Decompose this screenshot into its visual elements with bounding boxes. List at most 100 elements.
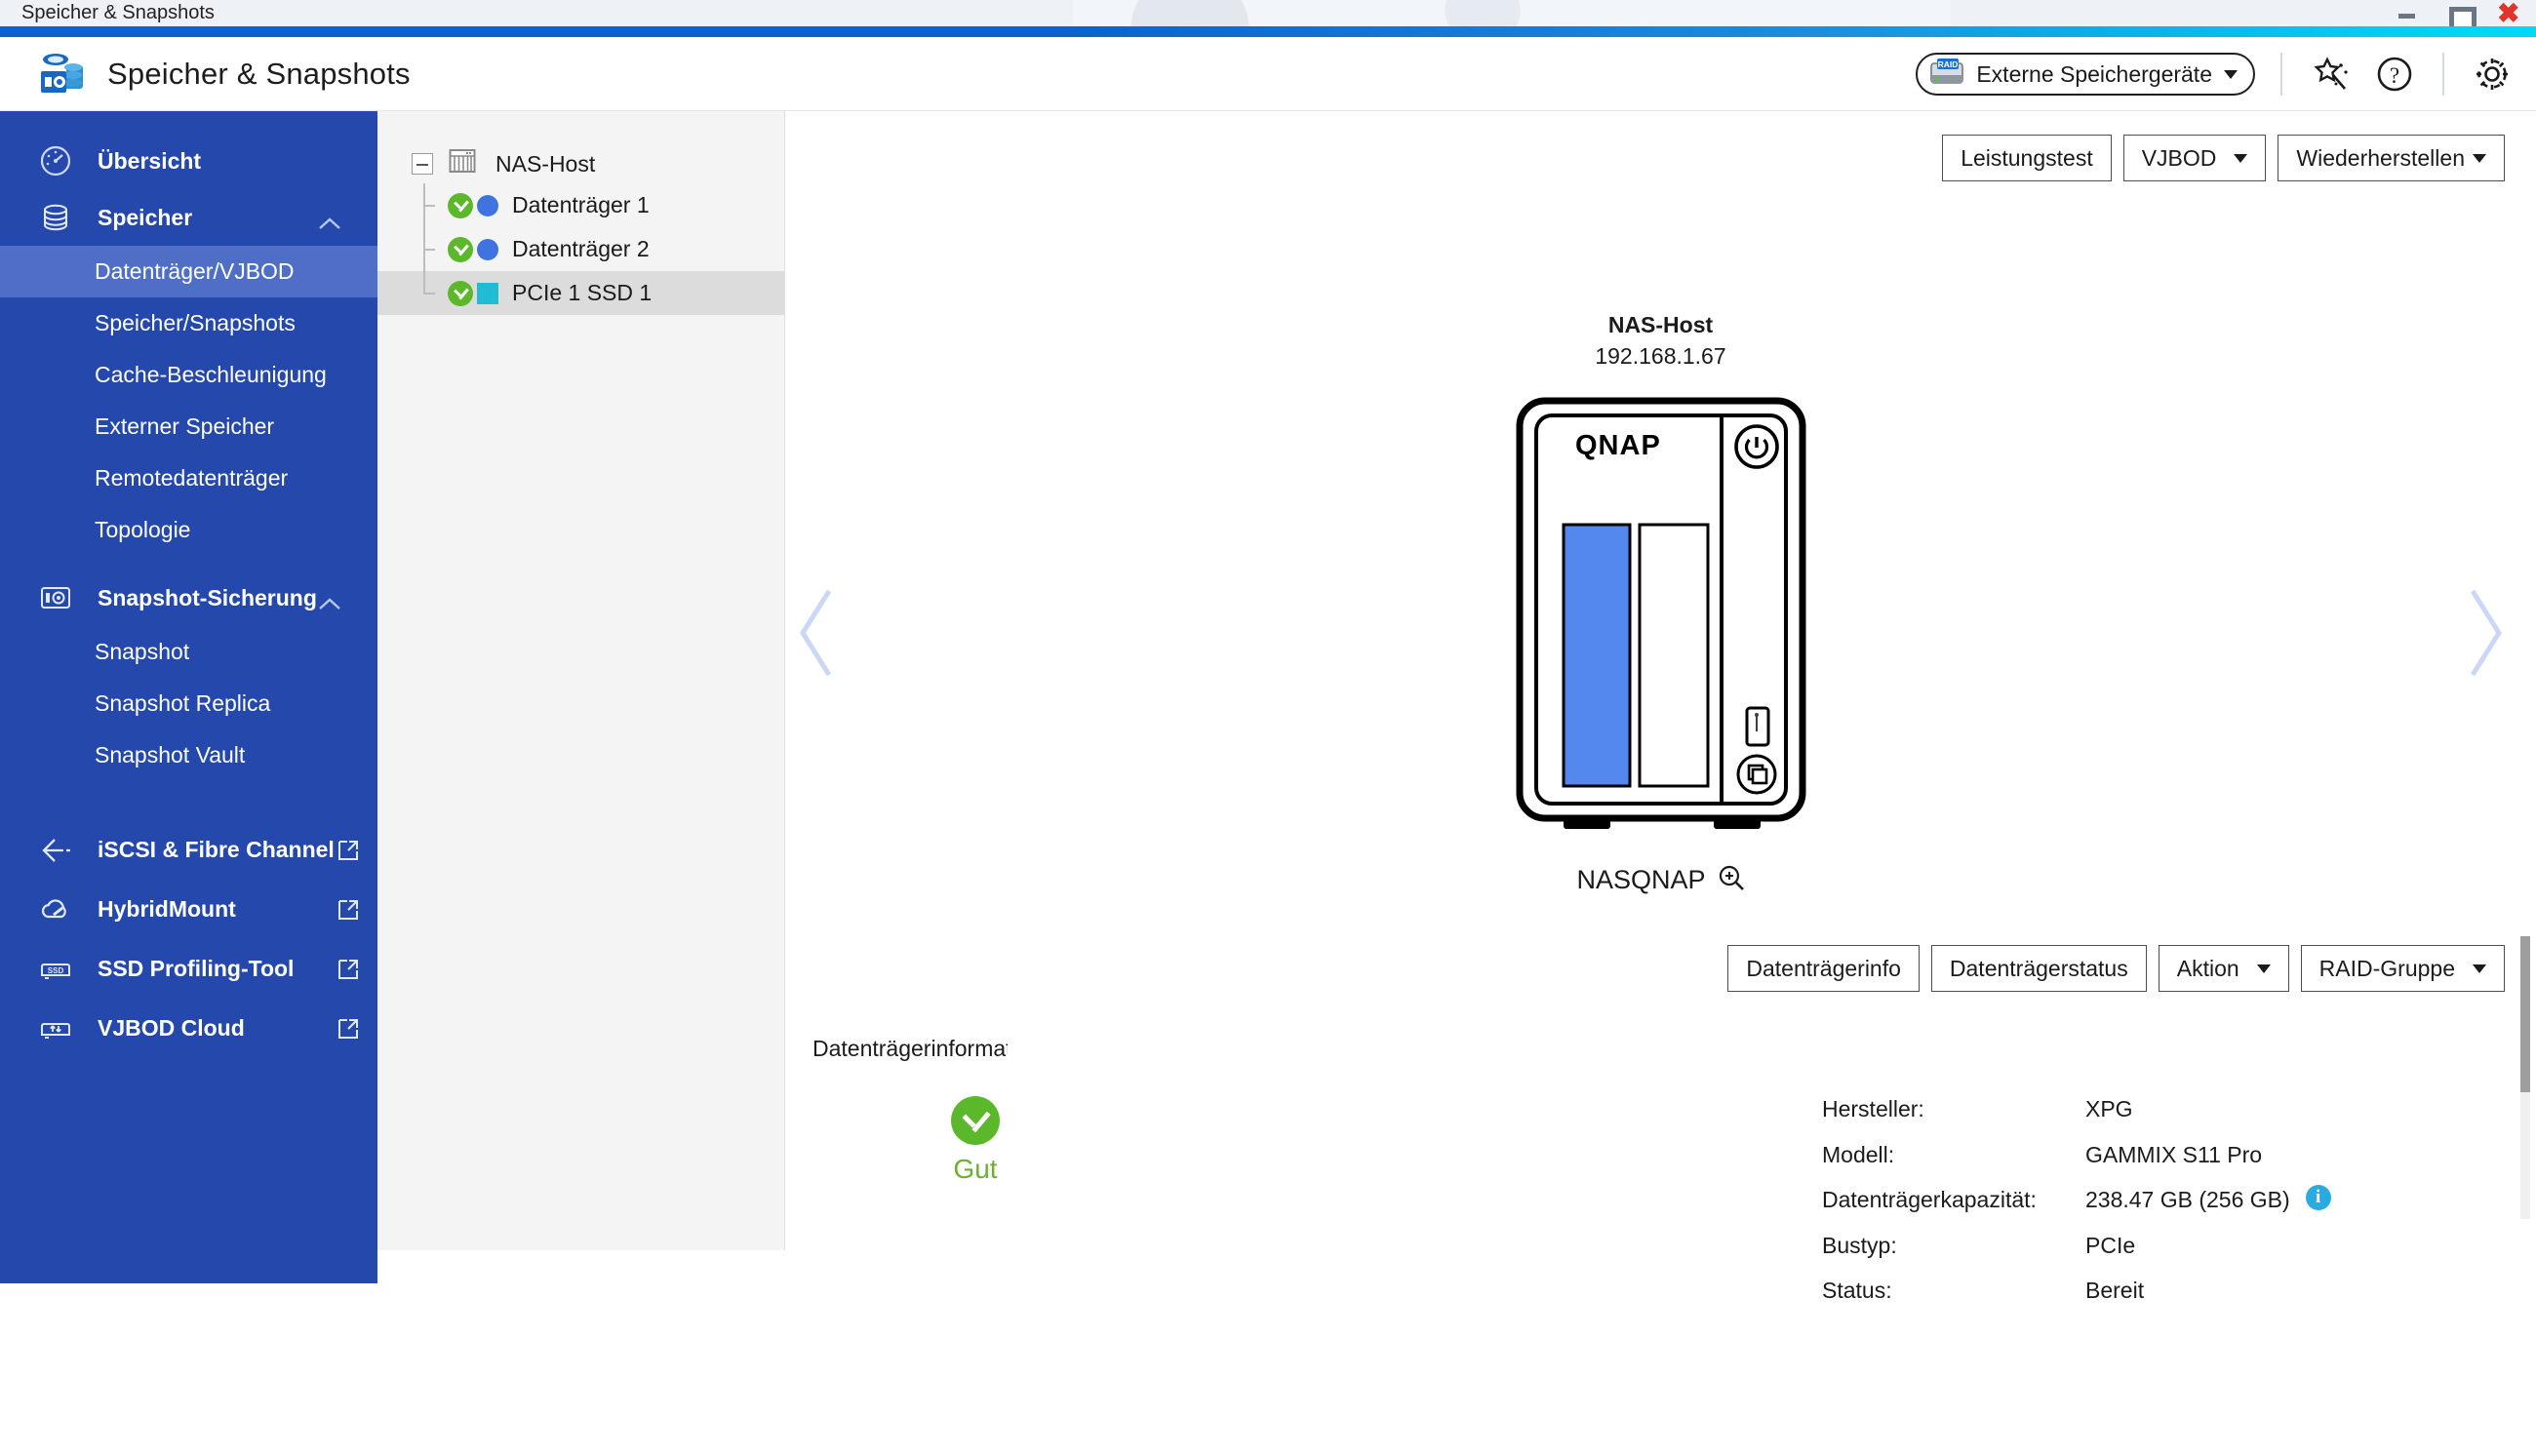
external-link-icon xyxy=(337,1017,360,1041)
sidebar-item-datentraeger-vjbod[interactable]: Datenträger/VJBOD xyxy=(0,246,377,297)
gear-settings-icon[interactable] xyxy=(2470,52,2515,97)
tree-item-label: Datenträger 2 xyxy=(512,236,650,261)
nas-device-illustration[interactable]: QNAP xyxy=(1515,396,1807,845)
field-value: Bereit xyxy=(2085,1278,2145,1304)
nas-model-label: NASQNAP xyxy=(1576,865,1706,894)
external-storage-label: Externe Speichergeräte xyxy=(1976,60,2212,87)
ssd-drive-icon: SSD xyxy=(39,953,72,986)
sidebar: Übersicht Speicher Datenträger/VJBOD Spe… xyxy=(0,111,377,1283)
disk-type-marker xyxy=(477,282,498,304)
aktion-dropdown-button[interactable]: Aktion xyxy=(2158,945,2289,992)
button-label: Aktion xyxy=(2176,955,2239,981)
tree-item-pcie-1-ssd-1[interactable]: PCIe 1 SSD 1 xyxy=(377,271,784,315)
main-toolbar: Leistungstest VJBOD Wiederherstellen xyxy=(1942,135,2505,181)
chevron-down-icon xyxy=(2473,964,2486,973)
raid-gruppe-dropdown-button[interactable]: RAID-Gruppe xyxy=(2300,945,2505,992)
sidebar-item-vjbod-cloud[interactable]: VJBOD Cloud xyxy=(0,999,377,1058)
chevron-up-icon xyxy=(319,589,340,610)
window-title: Speicher & Snapshots xyxy=(21,2,215,23)
collapse-minus-icon[interactable] xyxy=(412,153,433,175)
window-titlebar: Speicher & Snapshots ✖ xyxy=(0,0,2536,33)
sidebar-item-snapshot-sicherung[interactable]: Snapshot-Sicherung xyxy=(0,570,377,626)
tree-item-datentraeger-1[interactable]: Datenträger 1 xyxy=(377,183,784,227)
check-ok-icon xyxy=(448,280,473,306)
button-label: Wiederherstellen xyxy=(2296,144,2465,171)
disk-type-marker xyxy=(477,238,498,260)
info-tooltip-icon[interactable]: i xyxy=(2305,1185,2331,1211)
sidebar-item-topologie[interactable]: Topologie xyxy=(0,504,377,556)
storage-snapshot-icon xyxy=(37,50,86,98)
button-label: VJBOD xyxy=(2141,144,2217,171)
magnify-plus-icon[interactable] xyxy=(1718,864,1745,896)
help-question-icon[interactable]: ? xyxy=(2372,52,2417,97)
sidebar-item-cache-beschleunigung[interactable]: Cache-Beschleunigung xyxy=(0,349,377,401)
tree-connector xyxy=(423,293,435,295)
field-value: PCIe xyxy=(2085,1232,2136,1258)
svg-text:SSD: SSD xyxy=(48,966,64,975)
sidebar-item-snapshot-replica[interactable]: Snapshot Replica xyxy=(0,678,377,729)
tree-item-datentraeger-2[interactable]: Datenträger 2 xyxy=(377,227,784,271)
header-actions: RAID Externe Speichergeräte ? xyxy=(1916,37,2515,111)
sidebar-item-label: VJBOD Cloud xyxy=(98,1015,245,1041)
chevron-right-icon[interactable] xyxy=(2453,579,2512,687)
sidebar-item-externer-speicher[interactable]: Externer Speicher xyxy=(0,401,377,453)
sidebar-item-speicher-snapshots[interactable]: Speicher/Snapshots xyxy=(0,297,377,349)
window-controls: ✖ xyxy=(2396,0,2519,33)
datentraegerinfo-button[interactable]: Datenträgerinfo xyxy=(1727,945,1920,992)
check-ok-icon xyxy=(448,236,473,262)
datentraegerstatus-button[interactable]: Datenträgerstatus xyxy=(1930,945,2147,992)
disk-tree-panel: NAS-Host Datenträger 1 Datenträger 2 PCI… xyxy=(377,111,1145,1250)
external-storage-dropdown[interactable]: RAID Externe Speichergeräte xyxy=(1916,53,2255,96)
maximize-button[interactable] xyxy=(2446,3,2477,33)
field-modell: Modell: GAMMIX S11 Pro xyxy=(1822,1140,2505,1170)
database-icon xyxy=(39,201,72,234)
field-bustyp: Bustyp: PCIe xyxy=(1822,1231,2505,1261)
check-ok-icon xyxy=(448,192,473,218)
field-status: Status: Bereit xyxy=(1822,1276,2505,1306)
raid-disk-icon: RAID xyxy=(1929,58,1964,92)
field-value: XPG xyxy=(2085,1096,2133,1122)
disk-action-toolbar: Datenträgerinfo Datenträgerstatus Aktion… xyxy=(1727,945,2505,992)
sidebar-item-speicher[interactable]: Speicher xyxy=(0,189,377,246)
tree-connector xyxy=(423,249,435,251)
page-title: Speicher & Snapshots xyxy=(107,56,411,91)
field-key: Status: xyxy=(1822,1278,1892,1304)
tree-root-nas-host[interactable]: NAS-Host xyxy=(377,144,784,183)
sidebar-item-label: Snapshot Replica xyxy=(95,690,271,716)
chevron-left-icon[interactable] xyxy=(790,579,849,687)
field-datentraegerkapazitaet: Datenträgerkapazität: 238.47 GB (256 GB)… xyxy=(1822,1185,2505,1215)
field-hersteller: Hersteller: XPG xyxy=(1822,1094,2505,1124)
minimize-button[interactable] xyxy=(2396,3,2417,24)
tree-root-label: NAS-Host xyxy=(495,150,596,177)
header-divider-2 xyxy=(2442,53,2444,96)
sidebar-item-remotedatentraeger[interactable]: Remotedatenträger xyxy=(0,453,377,504)
wizard-wand-icon[interactable] xyxy=(2308,52,2353,97)
disk-information-panel: Datenträgerinformati Gut Hersteller: XPG… xyxy=(785,1028,2536,1395)
main-content: Leistungstest VJBOD Wiederherstellen NAS… xyxy=(785,111,2536,1303)
app-header: Speicher & Snapshots RAID Externe Speich… xyxy=(0,37,2536,111)
sidebar-item-uebersicht[interactable]: Übersicht xyxy=(0,133,377,189)
check-ok-icon xyxy=(951,1096,1000,1145)
sidebar-item-ssd-profiling-tool[interactable]: SSD SSD Profiling-Tool xyxy=(0,939,377,999)
field-value: 238.47 GB (256 GB) xyxy=(2085,1187,2290,1213)
chevron-up-icon xyxy=(319,209,340,229)
sidebar-item-snapshot-vault[interactable]: Snapshot Vault xyxy=(0,729,377,781)
vjbod-dropdown-button[interactable]: VJBOD xyxy=(2122,135,2267,181)
button-label: RAID-Gruppe xyxy=(2318,955,2455,981)
button-label: Datenträgerinfo xyxy=(1746,955,1901,981)
svg-text:QNAP: QNAP xyxy=(1575,430,1661,461)
nas-model-zoom-control[interactable]: NASQNAP xyxy=(1576,864,1744,896)
field-value: GAMMIX S11 Pro xyxy=(2085,1141,2263,1167)
sidebar-item-label: HybridMount xyxy=(98,896,236,922)
wiederherstellen-dropdown-button[interactable]: Wiederherstellen xyxy=(2278,135,2505,181)
sidebar-item-hybridmount[interactable]: HybridMount xyxy=(0,880,377,939)
info-panel-scrollbar-thumb[interactable] xyxy=(2520,936,2530,1092)
close-icon[interactable]: ✖ xyxy=(2497,0,2519,26)
chevron-down-icon xyxy=(2473,153,2486,163)
sidebar-item-label: Snapshot Vault xyxy=(95,742,246,767)
iscsi-arrow-icon xyxy=(39,834,72,867)
sidebar-item-iscsi-fibre-channel[interactable]: iSCSI & Fibre Channel xyxy=(0,820,377,880)
sidebar-item-snapshot[interactable]: Snapshot xyxy=(0,626,377,678)
sidebar-item-label: Remotedatenträger xyxy=(95,465,289,491)
leistungstest-button[interactable]: Leistungstest xyxy=(1942,135,2112,181)
